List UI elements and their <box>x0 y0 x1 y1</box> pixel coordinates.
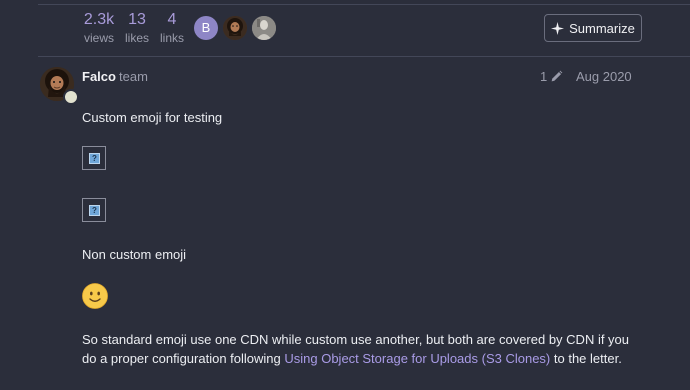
post-paragraph: So standard emoji use one CDN while cust… <box>82 330 642 368</box>
user-flair-icon <box>63 89 79 105</box>
edit-history-button[interactable]: 1 <box>540 69 563 84</box>
topic-map: 2.3k views 13 likes 4 links B Summarize <box>0 0 690 56</box>
post-author-role: team <box>119 69 148 84</box>
links-count: 4 <box>167 11 177 28</box>
topic-page: 2.3k views 13 likes 4 links B Summarize … <box>0 0 690 390</box>
broken-image-icon: ? <box>89 205 100 216</box>
sparkle-icon <box>551 21 565 35</box>
post-paragraph: Non custom emoji <box>82 247 187 262</box>
views-count: 2.3k <box>83 11 115 28</box>
post-date[interactable]: Aug 2020 <box>576 69 632 84</box>
participant-avatar-b[interactable]: B <box>194 16 218 40</box>
custom-emoji-image: ? <box>82 146 106 170</box>
participant-avatar-falco[interactable] <box>223 16 247 40</box>
statue-avatar-icon <box>252 16 276 40</box>
custom-emoji-image: ? <box>82 198 106 222</box>
likes-count: 13 <box>128 11 146 28</box>
bearded-man-avatar-icon <box>223 16 247 40</box>
broken-image-icon: ? <box>89 153 100 164</box>
views-stat: 2.3k views <box>82 10 116 45</box>
links-label: links <box>159 31 184 45</box>
pencil-icon <box>551 70 563 82</box>
post-author[interactable]: Falco <box>82 69 116 84</box>
likes-stat[interactable]: 13 likes <box>122 10 152 45</box>
slightly-smiling-face-icon <box>82 283 108 309</box>
object-storage-guide-link[interactable]: Using Object Storage for Uploads (S3 Clo… <box>284 351 550 366</box>
views-label: views <box>83 31 114 45</box>
links-stat[interactable]: 4 links <box>158 10 186 45</box>
edit-count: 1 <box>540 69 548 84</box>
top-divider <box>38 4 690 5</box>
post-paragraph: Custom emoji for testing <box>82 110 223 125</box>
summarize-button[interactable]: Summarize <box>544 14 642 42</box>
participant-avatar-3[interactable] <box>252 16 276 40</box>
summarize-label: Summarize <box>569 20 635 36</box>
post-divider <box>38 56 690 57</box>
likes-label: likes <box>124 31 149 45</box>
body-text: to the letter. <box>550 351 622 366</box>
